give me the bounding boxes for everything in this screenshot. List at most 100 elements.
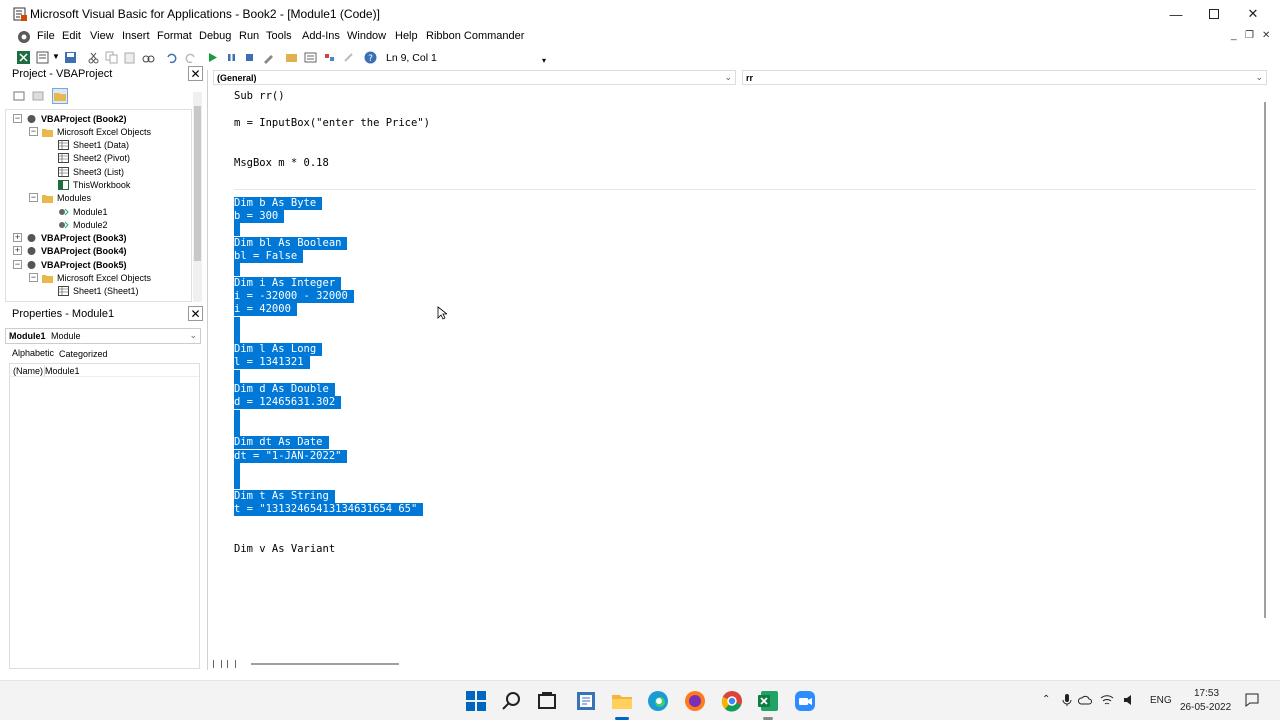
zoom-icon[interactable] (793, 689, 817, 713)
project-explorer-icon[interactable] (285, 51, 298, 64)
pane-splitter[interactable] (207, 70, 208, 670)
view-code-button[interactable] (13, 90, 25, 105)
object-browser-icon[interactable] (323, 51, 336, 64)
undo-icon[interactable] (165, 51, 178, 64)
tree-excel-objects-book5[interactable]: Microsoft Excel Objects (42, 272, 151, 284)
redo-icon[interactable] (184, 51, 197, 64)
tree-vbaproject-book3[interactable]: VBAProject (Book3) (26, 232, 127, 244)
tree-thisworkbook[interactable]: ThisWorkbook (58, 179, 130, 191)
tree-module2[interactable]: Module2 (58, 219, 108, 231)
copy-icon[interactable] (105, 51, 118, 64)
save-icon[interactable] (64, 51, 77, 64)
microphone-icon[interactable] (1061, 693, 1073, 707)
tree-vbaproject-book2[interactable]: VBAProject (Book2) (26, 113, 127, 125)
tree-modules-folder[interactable]: Modules (42, 192, 91, 204)
clock-date[interactable]: 26-05-2022 (1180, 702, 1231, 713)
expand-book4[interactable]: + (13, 246, 22, 255)
view-object-button[interactable] (32, 90, 44, 105)
run-icon[interactable] (206, 51, 219, 64)
object-combo[interactable]: (General) ⌄ (213, 70, 736, 85)
tab-alphabetic[interactable]: Alphabetic (9, 348, 58, 362)
vba-editor-taskbar-icon[interactable] (574, 689, 598, 713)
procedure-view-button[interactable] (213, 660, 222, 668)
tree-sheet1-data[interactable]: Sheet1 (Data) (58, 139, 129, 151)
horizontal-scroll-thumb[interactable] (251, 663, 399, 665)
properties-object-select[interactable]: Module1 Module ⌄ (5, 328, 201, 344)
toolbar-options-icon[interactable]: ▾ (542, 56, 546, 65)
excel-icon[interactable] (756, 689, 780, 713)
menu-add-ins[interactable]: Add-Ins (302, 30, 340, 42)
task-view-icon[interactable] (535, 689, 559, 713)
code-line-selected: t = "13132465413134631654 65" (234, 503, 424, 516)
tree-module1[interactable]: Module1 (58, 206, 108, 218)
clock-time[interactable]: 17:53 (1194, 688, 1219, 699)
menu-ribbon-commander[interactable]: Ribbon Commander (426, 30, 524, 42)
insert-dropdown-icon[interactable]: ▼ (52, 52, 60, 61)
menu-tools[interactable]: Tools (266, 30, 292, 42)
wifi-icon[interactable] (1100, 693, 1114, 707)
project-tree-scrollbar[interactable] (193, 92, 202, 302)
code-horizontal-scrollbar[interactable] (213, 658, 1270, 670)
menu-debug[interactable]: Debug (199, 30, 231, 42)
input-language[interactable]: ENG (1150, 695, 1172, 706)
edge-browser-icon[interactable] (646, 689, 670, 713)
maximize-button[interactable] (1194, 0, 1234, 28)
mdi-restore-button[interactable]: ❐ (1245, 30, 1254, 41)
menu-file[interactable]: File (37, 30, 55, 42)
mdi-minimize-button[interactable]: _ (1231, 30, 1237, 41)
procedure-combo[interactable]: rr ⌄ (742, 70, 1267, 85)
tab-categorized[interactable]: Categorized (59, 349, 108, 359)
design-mode-icon[interactable] (262, 51, 275, 64)
search-icon[interactable] (500, 689, 524, 713)
toolbox-icon[interactable] (342, 51, 355, 64)
menu-help[interactable]: Help (395, 30, 418, 42)
show-hidden-icons-chevron-icon[interactable]: ⌃ (1042, 694, 1050, 705)
cloud-icon[interactable] (1078, 693, 1092, 707)
tree-vbaproject-book5[interactable]: VBAProject (Book5) (26, 259, 127, 271)
project-pane-close-button[interactable]: ✕ (188, 66, 203, 81)
tree-excel-objects-book2[interactable]: Microsoft Excel Objects (42, 126, 151, 138)
view-excel-icon[interactable] (17, 51, 30, 64)
tree-sheet2-pivot[interactable]: Sheet2 (Pivot) (58, 152, 130, 164)
paste-icon[interactable] (123, 51, 136, 64)
project-tree-scroll-thumb[interactable] (194, 106, 201, 261)
menu-insert[interactable]: Insert (122, 30, 150, 42)
find-icon[interactable] (142, 51, 155, 64)
properties-pane-close-button[interactable]: ✕ (188, 306, 203, 321)
expand-book5[interactable]: − (13, 260, 22, 269)
menu-view[interactable]: View (90, 30, 114, 42)
minimize-button[interactable]: — (1156, 0, 1196, 28)
full-module-view-button[interactable] (227, 660, 236, 668)
code-vertical-scrollbar[interactable] (1258, 88, 1270, 658)
insert-module-icon[interactable] (36, 51, 49, 64)
code-editor[interactable]: Sub rr() m = InputBox("enter the Price")… (226, 88, 1256, 656)
windows-start-icon[interactable] (464, 689, 488, 713)
chrome-icon[interactable] (720, 689, 744, 713)
property-row-name[interactable]: (Name) Module1 (10, 365, 199, 377)
cut-icon[interactable] (87, 51, 100, 64)
expand-book3[interactable]: + (13, 233, 22, 242)
expand-excel-objects[interactable]: − (29, 127, 38, 136)
mdi-close-button[interactable]: ✕ (1262, 30, 1270, 41)
help-icon[interactable]: ? (364, 51, 377, 64)
tree-sheet3-list[interactable]: Sheet3 (List) (58, 166, 124, 178)
menu-edit[interactable]: Edit (62, 30, 81, 42)
reset-icon[interactable] (243, 51, 256, 64)
tree-sheet1-sheet1[interactable]: Sheet1 (Sheet1) (58, 285, 139, 297)
file-explorer-icon[interactable] (610, 689, 634, 713)
properties-window-icon[interactable] (304, 51, 317, 64)
vertical-scroll-thumb[interactable] (1264, 102, 1266, 618)
break-icon[interactable] (225, 51, 238, 64)
menu-format[interactable]: Format (157, 30, 192, 42)
menu-window[interactable]: Window (347, 30, 386, 42)
notification-icon[interactable] (1245, 693, 1259, 707)
volume-icon[interactable] (1122, 693, 1136, 707)
expand-excel-objects-book5[interactable]: − (29, 273, 38, 282)
expand-modules[interactable]: − (29, 193, 38, 202)
menu-run[interactable]: Run (239, 30, 259, 42)
expand-book2[interactable]: − (13, 114, 22, 123)
firefox-icon[interactable] (683, 689, 707, 713)
toggle-folders-button[interactable] (52, 88, 68, 104)
tree-vbaproject-book4[interactable]: VBAProject (Book4) (26, 245, 127, 257)
close-button[interactable]: ✕ (1233, 0, 1273, 28)
